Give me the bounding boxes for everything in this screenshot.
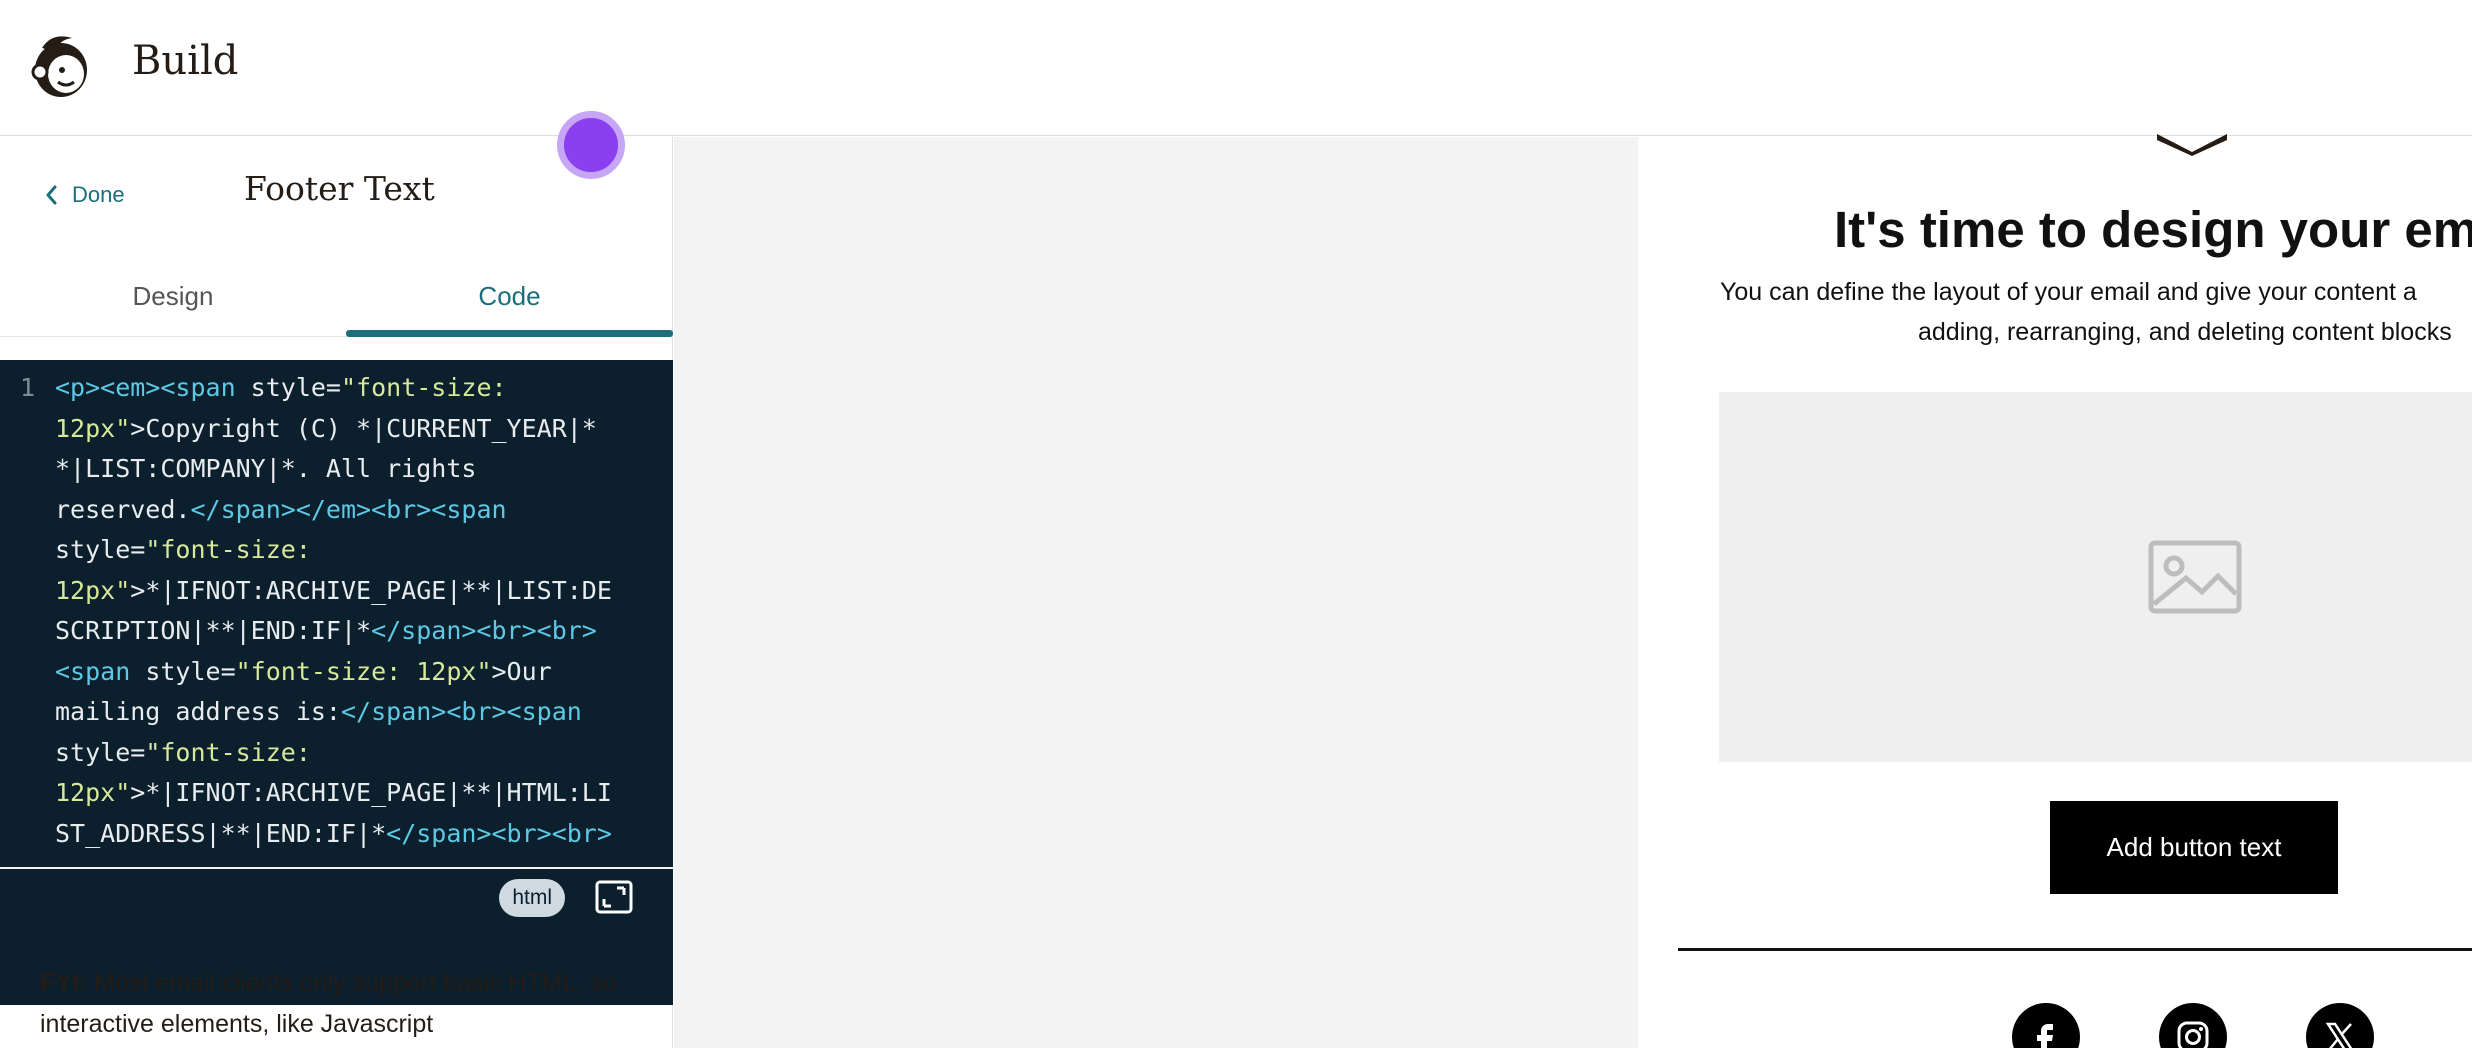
code-token: *|LIST:COMPANY|*. All rights (55, 454, 477, 483)
code-token: </span><br><span (340, 697, 582, 726)
code-token: "font-size: (340, 373, 507, 402)
code-token: ST_ADDRESS|**|END:IF|* (55, 818, 387, 848)
code-token: SCRIPTION|**|END:IF|* (55, 616, 372, 645)
code-line: 12px">Copyright (C) *|CURRENT_YEAR|* (55, 409, 663, 450)
fyi-label: FYI: (40, 969, 88, 997)
tab-code[interactable]: Code (346, 255, 673, 337)
canvas-background (674, 137, 1638, 1048)
code-token: reserved. (55, 494, 191, 524)
facebook-glyph-icon (2037, 1024, 2053, 1048)
x-glyph-icon (2325, 1022, 2353, 1048)
code-line: <span style="font-size: 12px">Our (55, 652, 663, 693)
code-token: style= (55, 737, 146, 767)
code-token: </span><br><br> (386, 818, 612, 848)
line-number: 1 (20, 373, 36, 402)
chevron-down-icon (2157, 134, 2227, 156)
code-token: "font-size: 12px" (235, 656, 492, 686)
add-button-text-button[interactable]: Add button text (2050, 801, 2338, 894)
code-token: "font-size: (145, 737, 311, 767)
code-line: *|LIST:COMPANY|*. All rights (55, 449, 663, 490)
code-line: SCRIPTION|**|END:IF|*</span><br><br> (55, 611, 663, 652)
preview-heading[interactable]: It's time to design your em (1834, 200, 2472, 259)
code-token: <p><em><span (55, 373, 251, 402)
code-line: 12px">*|IFNOT:ARCHIVE_PAGE|**|LIST:DE (55, 571, 663, 612)
code-line: 12px">*|IFNOT:ARCHIVE_PAGE|**|HTML:LI (55, 773, 663, 814)
preview-body-line: adding, rearranging, and deleting conten… (1918, 318, 2452, 346)
code-token: style= (55, 535, 146, 564)
code-line: style="font-size: (55, 733, 663, 774)
code-token: 12px" (55, 413, 131, 443)
code-token: style= (145, 656, 236, 686)
language-badge: html (499, 879, 565, 917)
fyi-text: Most email clients only support basic HT… (40, 969, 617, 1038)
code-token: style= (250, 373, 341, 402)
code-area[interactable]: 1 <p><em><span style="font-size: 12px">Co… (0, 360, 673, 867)
preview-body-text[interactable]: You can define the layout of your email … (1720, 272, 2472, 352)
fyi-note: FYI: Most email clients only support bas… (40, 963, 640, 1045)
tab-design[interactable]: Design (0, 255, 346, 337)
code-line: mailing address is:</span><br><span (55, 692, 663, 733)
code-token: </span><br><br> (371, 616, 597, 645)
code-line: ST_ADDRESS|**|END:IF|*</span><br><br> (55, 814, 663, 855)
code-token: mailing address is: (55, 697, 341, 726)
code-line: style="font-size: (55, 530, 663, 571)
code-token: >Our (491, 656, 552, 686)
panel-title: Footer Text (244, 169, 435, 208)
image-block[interactable] (1719, 392, 2472, 762)
code-token: 12px" (55, 778, 131, 807)
expand-icon[interactable] (595, 880, 633, 914)
code-line: reserved.</span></em><br><span (55, 490, 663, 531)
cursor-indicator (557, 111, 625, 179)
code-token: </span></em><br><span (190, 494, 507, 524)
image-placeholder-icon (2148, 540, 2242, 614)
mailchimp-logo-icon[interactable] (28, 30, 94, 100)
divider (1678, 948, 2472, 951)
active-tab-indicator (346, 330, 673, 337)
instagram-glyph-icon (2177, 1021, 2209, 1048)
app-title: Build (132, 38, 239, 84)
code-token: <span (55, 656, 146, 686)
preview-body-line: You can define the layout of your email … (1720, 278, 2417, 306)
code-token: 12px" (55, 575, 131, 605)
code-text[interactable]: <p><em><span style="font-size: 12px">Copy… (55, 368, 663, 854)
code-token: >*|IFNOT:ARCHIVE_PAGE|**|LIST:DE (130, 575, 612, 605)
panel-tabs: Design Code (0, 255, 673, 337)
code-token: >Copyright (C) *|CURRENT_YEAR|* (130, 413, 597, 443)
editor-footer: html (0, 867, 673, 925)
done-label: Done (72, 182, 125, 207)
done-button[interactable]: Done (44, 177, 125, 213)
top-bar: Build (0, 0, 2472, 136)
code-line: <p><em><span style="font-size: (55, 368, 663, 409)
code-token: >*|IFNOT:ARCHIVE_PAGE|**|HTML:LI (130, 778, 612, 807)
code-editor[interactable]: 1 <p><em><span style="font-size: 12px">Co… (0, 360, 673, 1005)
code-token: "font-size: (145, 535, 311, 564)
chevron-left-icon (46, 185, 57, 205)
